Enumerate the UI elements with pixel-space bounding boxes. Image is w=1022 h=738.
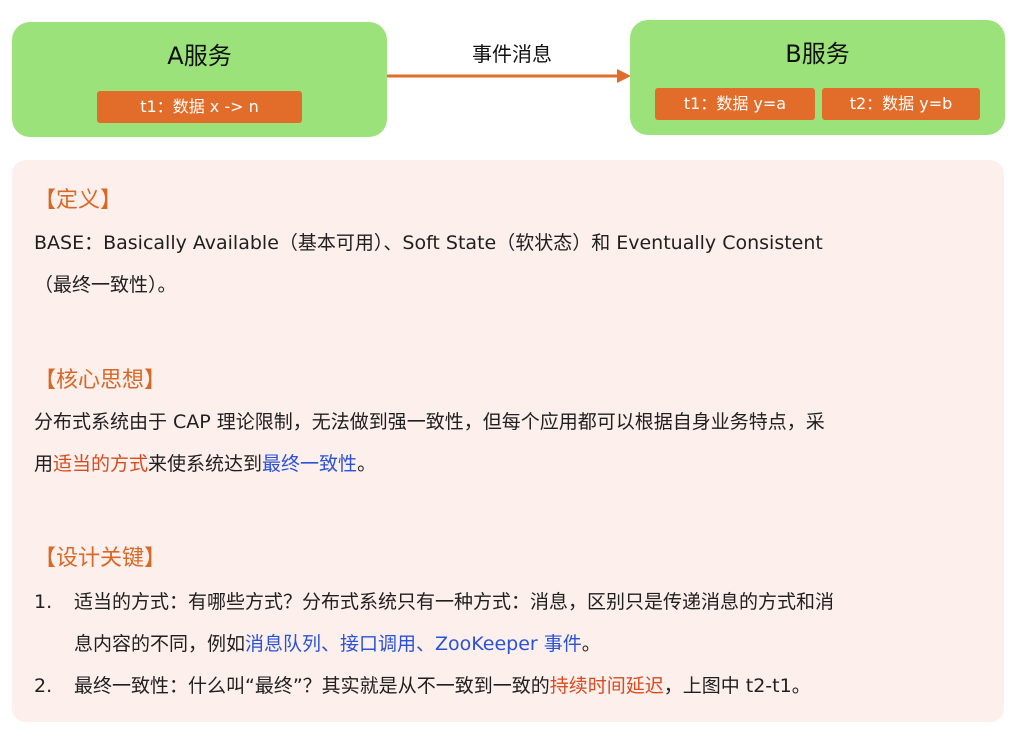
delay-highlight: 持续时间延迟 [549, 675, 664, 697]
list-item-text-part: 最终一致性：什么叫“最终”？其实就是从不一致到一致的 [74, 675, 550, 697]
service-a-tag-t1: t1：数据 x -> n [97, 91, 302, 123]
list-number: 1. [34, 591, 53, 613]
definition-heading: 【定义】 [34, 188, 123, 213]
list-item-text-part: ，上图中 t2-t1。 [663, 675, 811, 697]
core-heading: 【核心思想】 [34, 368, 167, 393]
service-a-box: A服务 t1：数据 x -> n [12, 22, 387, 137]
service-b-tag-t2: t2：数据 y=b [822, 88, 980, 120]
core-highlight-method: 适当的方式 [53, 453, 149, 475]
definition-line-1: BASE：Basically Available（基本可用）、Soft Stat… [34, 232, 823, 254]
list-item-text: 最终一致性：什么叫“最终”？其实就是从不一致到一致的持续时间延迟，上图中 t2-… [74, 667, 979, 705]
explanation-panel: 【定义】 BASE：Basically Available（基本可用）、Soft… [12, 160, 1004, 722]
core-highlight-eventual: 最终一致性 [262, 453, 358, 475]
list-item-text-part: 。 [581, 633, 601, 655]
design-heading: 【设计关键】 [34, 546, 167, 571]
service-b-box: B服务 t1：数据 y=a t2：数据 y=b [630, 20, 1005, 135]
examples-highlight: 消息队列、接口调用、ZooKeeper 事件 [245, 633, 582, 655]
list-item: 1. 适当的方式：有哪些方式？分布式系统只有一种方式：消息，区别只是传递消息的方… [34, 583, 982, 663]
list-item: 2. 最终一致性：什么叫“最终”？其实就是从不一致到一致的持续时间延迟，上图中 … [34, 667, 982, 707]
service-b-title: B服务 [785, 40, 850, 68]
core-line-2: 用适当的方式来使系统达到最终一致性。 [34, 445, 982, 483]
core-text: 。 [357, 453, 377, 475]
definition-line-2: （最终一致性）。 [34, 274, 177, 296]
list-item-text-part: 息内容的不同，例如 [74, 633, 246, 655]
service-a-title: A服务 [167, 42, 232, 70]
core-text: 来使系统达到 [148, 453, 263, 475]
list-item-line: 适当的方式：有哪些方式？分布式系统只有一种方式：消息，区别只是传递消息的方式和消 [74, 591, 835, 613]
list-number: 2. [34, 675, 53, 697]
list-item-text: 适当的方式：有哪些方式？分布式系统只有一种方式：消息，区别只是传递消息的方式和消… [74, 583, 979, 663]
list-item-line: 息内容的不同，例如消息队列、接口调用、ZooKeeper 事件。 [74, 625, 979, 663]
core-text: 用 [34, 453, 54, 475]
arrow-label: 事件消息 [472, 42, 552, 66]
core-line-1: 分布式系统由于 CAP 理论限制，无法做到强一致性，但每个应用都可以根据自身业务… [34, 411, 825, 433]
service-b-tag-t1: t1：数据 y=a [655, 88, 815, 120]
